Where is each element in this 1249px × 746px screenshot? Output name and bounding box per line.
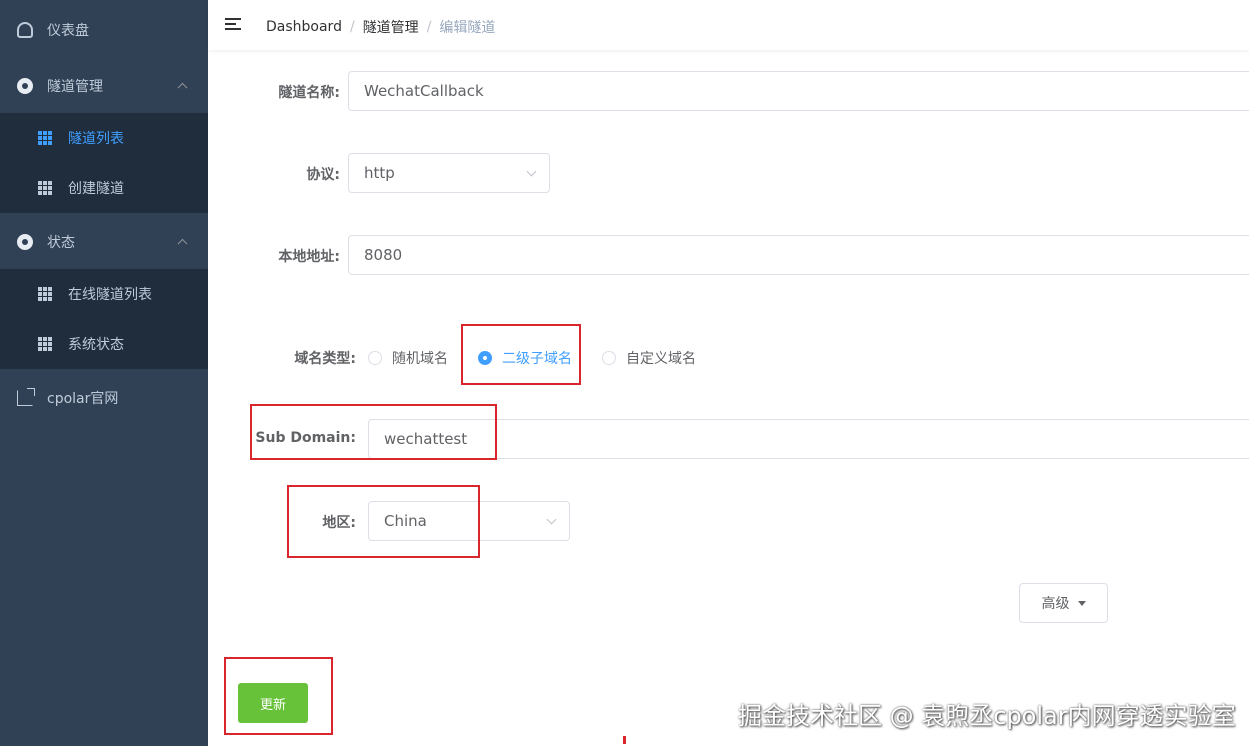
tunnel-name-value: WechatCallback bbox=[364, 82, 484, 100]
top-navbar: Dashboard / 隧道管理 / 编辑隧道 bbox=[208, 0, 1249, 50]
sidebar-item-label: 在线隧道列表 bbox=[68, 287, 152, 303]
sidebar-item-label: 隧道列表 bbox=[68, 131, 124, 147]
radio-label: 自定义域名 bbox=[626, 351, 696, 367]
breadcrumb-separator: / bbox=[426, 19, 432, 35]
advanced-button[interactable]: 高级 bbox=[1019, 583, 1108, 623]
chevron-down-icon bbox=[526, 166, 537, 177]
sidebar-item-system-status[interactable]: 系统状态 bbox=[0, 319, 208, 369]
chevron-down-icon bbox=[546, 514, 557, 525]
submenu-tunnels: 隧道列表 创建隧道 bbox=[0, 113, 208, 213]
red-mark bbox=[623, 736, 626, 744]
breadcrumb-separator: / bbox=[349, 19, 355, 35]
highlight-box-domain-type bbox=[461, 324, 581, 385]
hamburger-icon[interactable] bbox=[225, 18, 241, 31]
grid-icon bbox=[38, 337, 52, 351]
circle-icon bbox=[17, 234, 33, 250]
breadcrumb-edit-tunnel: 编辑隧道 bbox=[439, 20, 496, 36]
tunnel-name-label: 隧道名称: bbox=[278, 85, 340, 101]
watermark: 掘金技术社区 @ 袁煦丞cpolar内网穿透实验室 bbox=[738, 702, 1236, 730]
sidebar-item-tunnel-list[interactable]: 隧道列表 bbox=[0, 113, 208, 163]
highlight-box-update bbox=[224, 657, 333, 735]
chevron-up-icon bbox=[177, 82, 188, 93]
external-link-icon bbox=[17, 388, 35, 406]
highlight-box-subdomain bbox=[250, 404, 497, 460]
sidebar-item-label: 创建隧道 bbox=[68, 181, 124, 197]
sidebar-item-label: 仪表盘 bbox=[47, 23, 89, 39]
subdomain-input[interactable]: wechattest bbox=[368, 419, 1249, 459]
grid-icon bbox=[38, 287, 52, 301]
sidebar-item-dashboard[interactable]: 仪表盘 bbox=[0, 2, 208, 58]
sidebar-item-label: 系统状态 bbox=[68, 337, 124, 353]
domain-type-label: 域名类型: bbox=[294, 351, 356, 367]
grid-icon bbox=[38, 131, 52, 145]
protocol-value: http bbox=[364, 164, 395, 182]
radio-circle-icon bbox=[368, 351, 382, 365]
sidebar-item-label: 状态 bbox=[47, 235, 75, 251]
highlight-box-region bbox=[287, 485, 480, 558]
sidebar-item-status[interactable]: 状态 bbox=[0, 214, 208, 270]
breadcrumb-tunnel-management[interactable]: 隧道管理 bbox=[363, 17, 419, 37]
submenu-status: 在线隧道列表 系统状态 bbox=[0, 269, 208, 369]
radio-custom-domain[interactable]: 自定义域名 bbox=[602, 348, 696, 368]
sidebar-item-create-tunnel[interactable]: 创建隧道 bbox=[0, 163, 208, 213]
sidebar-item-label: cpolar官网 bbox=[47, 391, 119, 407]
sidebar-item-label: 隧道管理 bbox=[47, 79, 103, 95]
caret-down-icon bbox=[1077, 600, 1086, 606]
protocol-label: 协议: bbox=[306, 167, 340, 183]
protocol-select[interactable]: http bbox=[348, 153, 550, 193]
tunnel-name-input[interactable]: WechatCallback bbox=[348, 71, 1249, 111]
radio-random-domain[interactable]: 随机域名 bbox=[368, 348, 448, 368]
chevron-up-icon bbox=[177, 238, 188, 249]
dashboard-icon bbox=[17, 22, 33, 38]
circle-icon bbox=[17, 78, 33, 94]
grid-icon bbox=[38, 181, 52, 195]
breadcrumb-dashboard[interactable]: Dashboard bbox=[266, 19, 342, 35]
local-address-label: 本地地址: bbox=[278, 249, 340, 265]
local-address-input[interactable]: 8080 bbox=[348, 235, 1249, 275]
sidebar-item-online-tunnels[interactable]: 在线隧道列表 bbox=[0, 269, 208, 319]
sidebar-item-cpolar-site[interactable]: cpolar官网 bbox=[0, 370, 208, 426]
sidebar-item-tunnel-management[interactable]: 隧道管理 bbox=[0, 58, 208, 114]
radio-label: 随机域名 bbox=[392, 351, 448, 367]
local-address-value: 8080 bbox=[364, 246, 403, 264]
breadcrumb: Dashboard / 隧道管理 / 编辑隧道 bbox=[266, 17, 495, 37]
advanced-label: 高级 bbox=[1041, 596, 1070, 612]
sidebar: 仪表盘 隧道管理 隧道列表 创建隧道 状态 在线隧道列表 系统状态 cpolar… bbox=[0, 0, 208, 746]
radio-circle-icon bbox=[602, 351, 616, 365]
